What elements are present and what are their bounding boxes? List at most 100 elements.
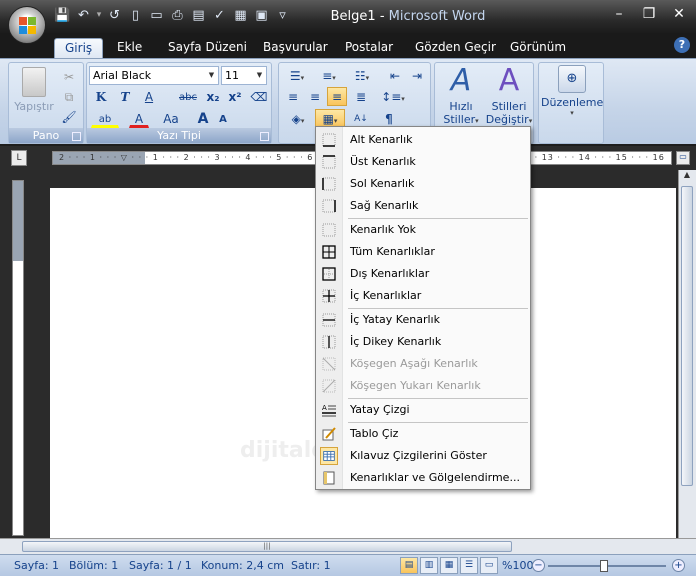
change-styles-button[interactable]: A Stilleri Değiştir▾ bbox=[485, 63, 533, 127]
menu-item-right-border[interactable]: Sağ Kenarlık bbox=[316, 195, 530, 217]
vertical-scroll-thumb[interactable] bbox=[681, 186, 693, 486]
format-painter-icon[interactable]: 🖌 bbox=[59, 107, 79, 126]
line-spacing-icon[interactable]: ↕≡▾ bbox=[379, 87, 407, 106]
no-border-icon bbox=[322, 223, 336, 237]
menu-item-no-border[interactable]: Kenarlık Yok bbox=[316, 219, 530, 241]
menu-item-diagonal-up-border[interactable]: Köşegen Yukarı Kenarlık bbox=[316, 375, 530, 397]
status-bar: Sayfa: 1 Bölüm: 1 Sayfa: 1 / 1 Konum: 2,… bbox=[0, 554, 696, 576]
cut-icon[interactable]: ✂ bbox=[59, 67, 79, 86]
menu-item-draw-table[interactable]: Tablo Çiz bbox=[316, 423, 530, 445]
shrink-font-button[interactable]: A bbox=[213, 109, 233, 128]
zoom-level[interactable]: %100 bbox=[502, 559, 533, 572]
menu-item-inside-borders[interactable]: İç Kenarlıklar bbox=[316, 285, 530, 307]
restore-button[interactable]: ❐ bbox=[642, 6, 656, 22]
full-screen-reading-icon[interactable]: ▥ bbox=[420, 557, 438, 574]
tab-selector-icon[interactable]: L bbox=[11, 150, 27, 166]
strikethrough-button[interactable]: abc bbox=[175, 87, 201, 106]
menu-item-label: Kenarlıklar ve Gölgelendirme... bbox=[350, 471, 520, 484]
grow-font-button[interactable]: A bbox=[193, 109, 213, 128]
zoom-in-icon[interactable]: + bbox=[672, 559, 685, 572]
underline-button[interactable]: A bbox=[139, 87, 159, 106]
paste-button[interactable]: Yapıştır bbox=[11, 67, 57, 113]
view-ruler-icon[interactable]: ▭ bbox=[676, 151, 690, 165]
highlight-button[interactable]: ab bbox=[91, 109, 119, 128]
menu-item-inside-horizontal-border[interactable]: İç Yatay Kenarlık bbox=[316, 309, 530, 331]
menu-item-label: Dış Kenarlıklar bbox=[350, 267, 430, 280]
font-color-button[interactable]: A bbox=[129, 109, 149, 128]
menu-item-bottom-border[interactable]: Alt Kenarlık bbox=[316, 129, 530, 151]
subscript-button[interactable]: x₂ bbox=[203, 87, 223, 106]
ribbon-tabs: Giriş Ekle Sayfa Düzeni Başvurular Posta… bbox=[0, 34, 696, 58]
align-right-icon[interactable]: ≡ bbox=[327, 87, 347, 106]
web-layout-icon[interactable]: ▦ bbox=[440, 557, 458, 574]
copy-icon[interactable]: ⧉ bbox=[59, 87, 79, 106]
menu-item-horizontal-line[interactable]: A Yatay Çizgi bbox=[316, 399, 530, 421]
menu-item-inside-vertical-border[interactable]: İç Dikey Kenarlık bbox=[316, 331, 530, 353]
font-size-box[interactable]: 11 ▼ bbox=[221, 66, 267, 85]
draw-table-icon bbox=[322, 427, 336, 441]
decrease-indent-icon[interactable]: ⇤ bbox=[385, 66, 405, 85]
tab-insert[interactable]: Ekle bbox=[107, 38, 152, 58]
menu-item-view-gridlines[interactable]: Kılavuz Çizgilerini Göster bbox=[316, 445, 530, 467]
multilevel-list-icon[interactable]: ☷▾ bbox=[347, 66, 377, 85]
menu-item-top-border[interactable]: Üst Kenarlık bbox=[316, 151, 530, 173]
title-separator: - bbox=[375, 9, 389, 24]
status-page-of[interactable]: Sayfa: 1 / 1 bbox=[129, 559, 192, 572]
align-left-icon[interactable]: ≡ bbox=[283, 87, 303, 106]
tab-home[interactable]: Giriş bbox=[54, 38, 104, 58]
menu-item-label: Sağ Kenarlık bbox=[350, 199, 419, 212]
font-name-box[interactable]: Arial Black ▼ bbox=[89, 66, 219, 85]
italic-button[interactable]: T bbox=[115, 87, 135, 106]
horizontal-scroll-thumb[interactable]: ||| bbox=[22, 541, 512, 552]
vertical-scrollbar[interactable]: ▲ bbox=[678, 170, 696, 538]
zoom-slider-knob[interactable] bbox=[600, 560, 608, 572]
vertical-ruler[interactable] bbox=[12, 180, 24, 536]
justify-icon[interactable]: ≣ bbox=[351, 87, 371, 106]
menu-item-borders-and-shading[interactable]: Kenarlıklar ve Gölgelendirme... bbox=[316, 467, 530, 489]
tab-review[interactable]: Gözden Geçir bbox=[405, 38, 506, 58]
horizontal-scrollbar[interactable]: ||| bbox=[0, 538, 696, 554]
clear-formatting-icon[interactable]: ⌫ bbox=[249, 87, 269, 106]
font-name-dropdown-icon[interactable]: ▼ bbox=[206, 68, 217, 83]
tab-page-layout[interactable]: Sayfa Düzeni bbox=[158, 38, 257, 58]
minimize-button[interactable]: – bbox=[612, 6, 626, 22]
clipboard-launcher-icon[interactable] bbox=[72, 132, 81, 141]
status-line[interactable]: Satır: 1 bbox=[291, 559, 331, 572]
menu-item-label: Yatay Çizgi bbox=[350, 403, 410, 416]
menu-item-all-borders[interactable]: Tüm Kenarlıklar bbox=[316, 241, 530, 263]
bullets-icon[interactable]: ☰▾ bbox=[283, 66, 311, 85]
increase-indent-icon[interactable]: ⇥ bbox=[407, 66, 427, 85]
zoom-out-icon[interactable]: − bbox=[532, 559, 545, 572]
shading-icon[interactable]: ◈▾ bbox=[283, 109, 313, 128]
font-launcher-icon[interactable] bbox=[260, 132, 269, 141]
outline-icon[interactable]: ☰ bbox=[460, 557, 478, 574]
font-size-dropdown-icon[interactable]: ▼ bbox=[254, 68, 265, 83]
align-center-icon[interactable]: ≡ bbox=[305, 87, 325, 106]
bold-button[interactable]: K bbox=[91, 87, 111, 106]
quick-styles-button[interactable]: A Hızlı Stiller▾ bbox=[437, 65, 485, 127]
print-layout-icon[interactable]: ▤ bbox=[400, 557, 418, 574]
binoculars-icon: ⊕ bbox=[558, 65, 586, 93]
status-position[interactable]: Konum: 2,4 cm bbox=[201, 559, 284, 572]
change-case-button[interactable]: Aa bbox=[159, 109, 183, 128]
superscript-button[interactable]: x² bbox=[225, 87, 245, 106]
status-page[interactable]: Sayfa: 1 bbox=[14, 559, 59, 572]
menu-item-left-border[interactable]: Sol Kenarlık bbox=[316, 173, 530, 195]
tab-mailings[interactable]: Postalar bbox=[335, 38, 403, 58]
numbering-icon[interactable]: ≡▾ bbox=[315, 66, 343, 85]
menu-item-label: Sol Kenarlık bbox=[350, 177, 415, 190]
quick-styles-label-1: Hızlı bbox=[449, 100, 473, 113]
draft-icon[interactable]: ▭ bbox=[480, 557, 498, 574]
menu-item-outside-borders[interactable]: Dış Kenarlıklar bbox=[316, 263, 530, 285]
change-styles-icon: A bbox=[498, 63, 520, 98]
scroll-up-icon[interactable]: ▲ bbox=[679, 170, 695, 184]
menu-item-diagonal-down-border[interactable]: Köşegen Aşağı Kenarlık bbox=[316, 353, 530, 375]
office-button[interactable] bbox=[8, 6, 46, 44]
tab-references[interactable]: Başvurular bbox=[253, 38, 338, 58]
help-icon[interactable]: ? bbox=[674, 37, 690, 53]
tab-view[interactable]: Görünüm bbox=[500, 38, 576, 58]
status-section[interactable]: Bölüm: 1 bbox=[69, 559, 118, 572]
zoom-slider[interactable] bbox=[548, 560, 666, 572]
editing-button[interactable]: ⊕ Düzenleme ▾ bbox=[541, 65, 603, 117]
close-button[interactable]: ✕ bbox=[672, 6, 686, 22]
